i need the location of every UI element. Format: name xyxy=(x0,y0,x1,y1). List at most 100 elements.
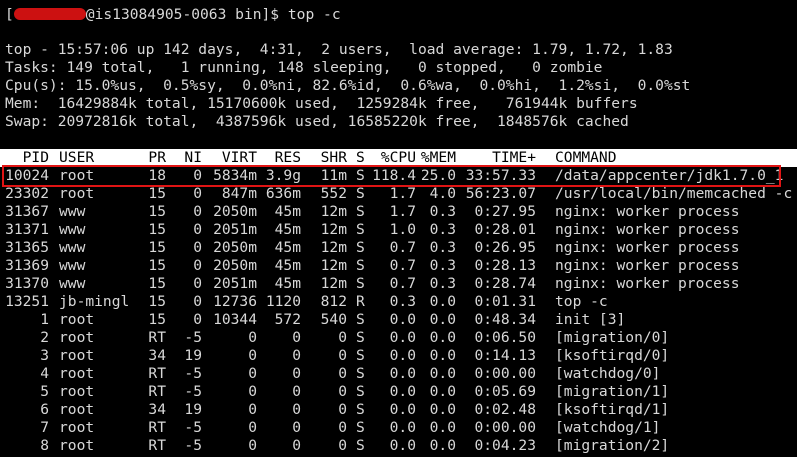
cell-ni: -5 xyxy=(184,365,202,382)
cell-user: www xyxy=(59,275,86,292)
cell-time: 0:06.50 xyxy=(474,329,536,346)
cell-user: root xyxy=(59,329,95,346)
cell-res: 0 xyxy=(292,401,301,418)
summary-tasks: Tasks: 149 total, 1 running, 148 sleepin… xyxy=(5,59,603,76)
cell-pr: 15 xyxy=(148,293,166,310)
table-row: 2 root RT -5 0 0 0 S 0.0 0.0 0:06.50 [migration/0] xyxy=(0,329,797,347)
cell-time: 0:14.13 xyxy=(474,347,536,364)
cell-res: 636m xyxy=(265,185,301,202)
cell-pid: 2 xyxy=(40,329,49,346)
cell-cpu: 0.0 xyxy=(389,329,416,346)
cell-pid: 3 xyxy=(40,347,49,364)
cell-state: S xyxy=(356,221,365,238)
cell-ni: 19 xyxy=(184,401,202,418)
cell-command: [watchdog/1] xyxy=(555,419,661,436)
cell-state: R xyxy=(356,293,365,310)
cell-pid: 7 xyxy=(40,419,49,436)
cell-virt: 2051m xyxy=(213,275,257,292)
cell-shr: 12m xyxy=(320,257,347,274)
cell-mem: 0.0 xyxy=(429,329,456,346)
table-row: 31367 www 15 0 2050m 45m 12m S 1.7 0.3 0:27.95 ngin… xyxy=(0,203,797,221)
terminal-window[interactable]: [ @is13084905-0063 bin]$ top -c top - 15:… xyxy=(0,0,797,457)
cell-user: root xyxy=(59,383,95,400)
cell-virt: 847m xyxy=(221,185,257,202)
cell-cpu: 0.0 xyxy=(389,365,416,382)
summary-uptime: top - 15:57:06 up 142 days, 4:31, 2 user… xyxy=(5,41,673,58)
cell-mem: 0.0 xyxy=(429,365,456,382)
cell-shr: 0 xyxy=(338,419,347,436)
table-row: 5 root RT -5 0 0 0 S 0.0 0.0 0:05.69 [migration/1] xyxy=(0,383,797,401)
cell-pr: 15 xyxy=(148,221,166,238)
cell-pid: 31365 xyxy=(5,239,49,256)
cell-pid: 1 xyxy=(40,311,49,328)
cell-pid: 6 xyxy=(40,401,49,418)
cell-cpu: 0.0 xyxy=(389,419,416,436)
cell-virt: 0 xyxy=(248,401,257,418)
cell-mem: 0.0 xyxy=(429,383,456,400)
cell-pid: 5 xyxy=(40,383,49,400)
prompt-bracket: [ xyxy=(5,6,14,23)
table-row: 8 root RT -5 0 0 0 S 0.0 0.0 0:04.23 [migration/2] xyxy=(0,437,797,455)
cell-pr: 15 xyxy=(148,185,166,202)
cell-user: jb-mingl xyxy=(59,293,130,310)
cell-cpu: 0.0 xyxy=(389,401,416,418)
cell-virt: 2050m xyxy=(213,239,257,256)
table-row: 31365 www 15 0 2050m 45m 12m S 0.7 0.3 0:26.95 ngin… xyxy=(0,239,797,257)
cell-state: S xyxy=(356,185,365,202)
cell-time: 0:28.74 xyxy=(474,275,536,292)
cell-state: S xyxy=(356,437,365,454)
cell-command: nginx: worker process xyxy=(555,221,740,238)
cell-ni: -5 xyxy=(184,419,202,436)
cell-ni: -5 xyxy=(184,383,202,400)
cell-shr: 0 xyxy=(338,329,347,346)
cell-state: S xyxy=(356,365,365,382)
cell-user: root xyxy=(59,185,95,202)
cell-ni: 0 xyxy=(193,275,202,292)
cell-command: [ksoftirqd/0] xyxy=(555,347,670,364)
prompt-host: @is13084905-0063 bin]$ xyxy=(85,6,288,23)
cell-time: 0:26.95 xyxy=(474,239,536,256)
cell-time: 0:28.13 xyxy=(474,257,536,274)
cell-res: 0 xyxy=(292,437,301,454)
cell-command: init [3] xyxy=(555,311,626,328)
cell-pid: 8 xyxy=(40,437,49,454)
cell-state: S xyxy=(356,203,365,220)
cell-shr: 0 xyxy=(338,401,347,418)
cell-user: www xyxy=(59,239,86,256)
cell-pid: 13251 xyxy=(5,293,49,310)
table-row: 7 root RT -5 0 0 0 S 0.0 0.0 0:00.00 [watchdog/1] xyxy=(0,419,797,437)
prompt-command: top -c xyxy=(287,6,341,23)
cell-virt: 2050m xyxy=(213,257,257,274)
cell-shr: 12m xyxy=(320,275,347,292)
cell-mem: 0.0 xyxy=(429,347,456,364)
cell-user: root xyxy=(59,365,95,382)
cell-ni: 0 xyxy=(193,293,202,310)
cell-mem: 0.3 xyxy=(429,275,456,292)
table-row: 4 root RT -5 0 0 0 S 0.0 0.0 0:00.00 [watchdog/0] xyxy=(0,365,797,383)
cell-ni: -5 xyxy=(184,329,202,346)
summary-mem: Mem: 16429884k total, 15170600k used, 12… xyxy=(5,95,638,112)
cell-pr: 15 xyxy=(148,203,166,220)
cell-virt: 0 xyxy=(248,329,257,346)
cell-pid: 23302 xyxy=(5,185,49,202)
cell-shr: 552 xyxy=(320,185,347,202)
table-row: 3 root 34 19 0 0 0 S 0.0 0.0 0:14.13 [ksoftirqd/0] xyxy=(0,347,797,365)
cell-mem: 0.0 xyxy=(429,311,456,328)
cell-mem: 0.3 xyxy=(429,221,456,238)
cell-cpu: 0.7 xyxy=(389,257,416,274)
cell-cpu: 1.7 xyxy=(389,185,416,202)
cell-time: 0:00.00 xyxy=(474,419,536,436)
cell-time: 0:28.01 xyxy=(474,221,536,238)
cell-user: www xyxy=(59,257,86,274)
cell-user: www xyxy=(59,203,86,220)
cell-res: 0 xyxy=(292,329,301,346)
cell-shr: 0 xyxy=(338,437,347,454)
cell-shr: 12m xyxy=(320,203,347,220)
cell-res: 0 xyxy=(292,383,301,400)
shell-prompt: [ @is13084905-0063 bin]$ top -c xyxy=(5,6,341,24)
cell-time: 0:01.31 xyxy=(474,293,536,310)
cell-state: S xyxy=(356,257,365,274)
cell-res: 45m xyxy=(274,221,301,238)
cell-res: 45m xyxy=(274,239,301,256)
cell-virt: 2051m xyxy=(213,221,257,238)
